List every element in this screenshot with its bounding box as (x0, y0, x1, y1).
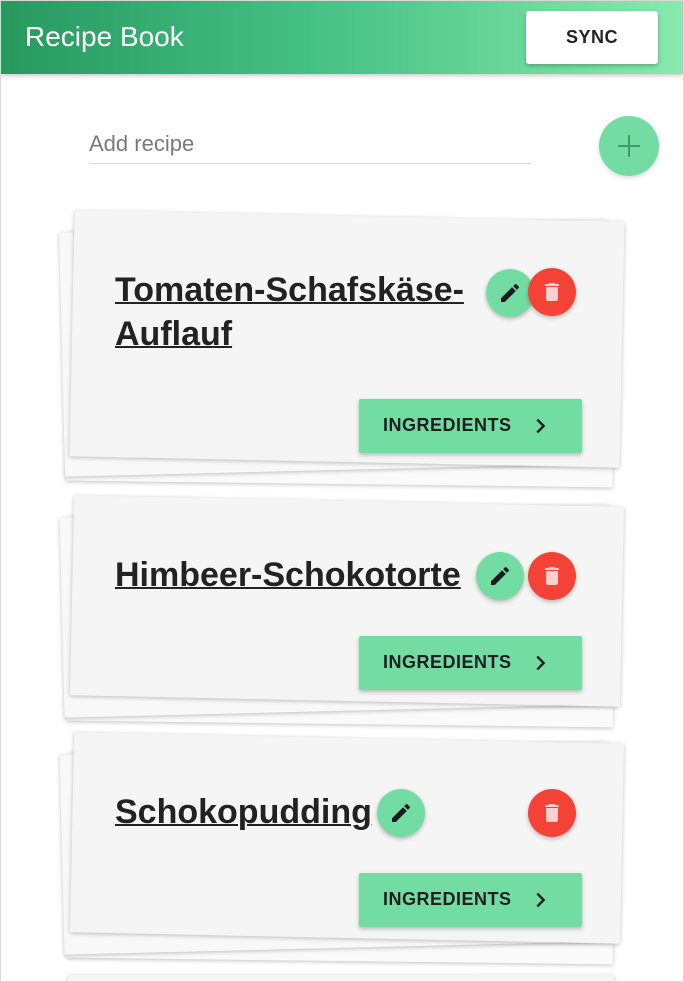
trash-icon (545, 567, 559, 585)
ingredients-button[interactable]: INGREDIENTS (359, 636, 582, 690)
pencil-icon (491, 566, 510, 585)
edit-recipe-button[interactable] (486, 269, 534, 317)
chevron-right-icon (536, 418, 546, 434)
sync-button[interactable]: SYNC (526, 11, 658, 64)
add-recipe-button[interactable] (599, 116, 659, 176)
pencil-icon (501, 283, 520, 302)
ingredients-label: INGREDIENTS (383, 889, 512, 909)
add-recipe-input[interactable] (89, 125, 531, 164)
recipe-card: Himbeer-Schokotorte INGREDIENTS (56, 495, 626, 728)
recipe-title[interactable]: Schokopudding (115, 790, 372, 834)
chevron-right-icon (536, 655, 546, 671)
edit-recipe-button[interactable] (377, 789, 425, 837)
trash-icon (545, 804, 559, 822)
ingredients-label: INGREDIENTS (383, 415, 512, 435)
ingredients-button[interactable]: INGREDIENTS (359, 873, 582, 927)
delete-recipe-button[interactable] (528, 789, 576, 837)
ingredients-button[interactable]: INGREDIENTS (359, 399, 582, 453)
recipe-card-partial (56, 975, 626, 981)
delete-recipe-button[interactable] (528, 268, 576, 316)
recipe-card: Schokopudding INGREDIENTS (56, 732, 626, 965)
trash-icon (545, 283, 559, 301)
ingredients-label: INGREDIENTS (383, 652, 512, 672)
delete-recipe-button[interactable] (528, 552, 576, 600)
app-title: Recipe Book (25, 21, 184, 52)
recipe-card: Tomaten-Schafskäse- Auflauf INGREDIENTS (56, 210, 626, 488)
pencil-icon (392, 803, 411, 822)
recipe-title[interactable]: Tomaten-Schafskäse- Auflauf (115, 268, 464, 356)
recipe-title[interactable]: Himbeer-Schokotorte (115, 553, 461, 597)
chevron-right-icon (536, 892, 546, 908)
edit-recipe-button[interactable] (476, 552, 524, 600)
app-bar: Recipe Book SYNC (1, 1, 683, 74)
card-sheet-front (68, 975, 614, 981)
app-frame: Recipe Book SYNC Tomaten-Schafskäse- Auf… (0, 0, 684, 982)
